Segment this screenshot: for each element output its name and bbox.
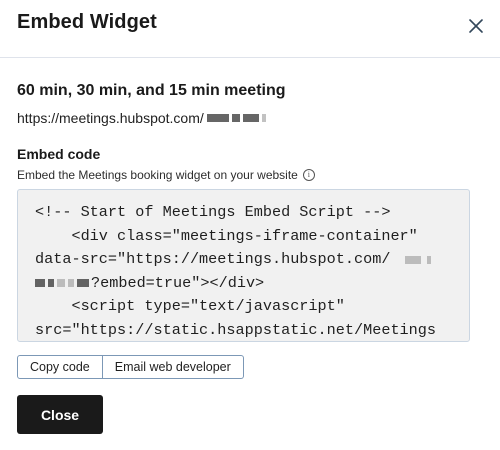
embed-help-text: Embed the Meetings booking widget on you… bbox=[17, 168, 315, 182]
code-line: <div class="meetings-iframe-container" bbox=[35, 226, 418, 245]
modal-title: Embed Widget bbox=[17, 11, 157, 33]
redacted-code bbox=[402, 255, 432, 264]
meeting-name: 60 min, 30 min, and 15 min meeting bbox=[17, 82, 286, 99]
close-button[interactable]: Close bbox=[17, 395, 103, 434]
meeting-url: https://meetings.hubspot.com/ bbox=[17, 110, 266, 126]
meeting-url-text: https://meetings.hubspot.com/ bbox=[17, 110, 204, 126]
embed-code-label: Embed code bbox=[17, 146, 101, 162]
code-line: src="https://static.hsappstatic.net/Meet… bbox=[35, 320, 437, 339]
redacted-code bbox=[35, 279, 89, 288]
info-icon[interactable]: i bbox=[302, 169, 315, 181]
embed-code-box[interactable]: <!-- Start of Meetings Embed Script --> … bbox=[17, 189, 470, 342]
code-line: data-src="https://meetings.hubspot.com/ bbox=[35, 248, 469, 272]
code-line: ?embed=true"></div> bbox=[35, 272, 469, 296]
code-line-text: data-src="https://meetings.hubspot.com/ bbox=[35, 250, 391, 268]
modal-header: Embed Widget bbox=[0, 0, 500, 58]
code-line: <!-- Start of Meetings Embed Script --> bbox=[35, 203, 391, 221]
redacted-slug bbox=[204, 114, 266, 122]
embed-help-label: Embed the Meetings booking widget on you… bbox=[17, 168, 298, 182]
email-web-developer-button[interactable]: Email web developer bbox=[102, 355, 244, 379]
close-icon[interactable] bbox=[463, 13, 489, 39]
code-line: <script type="text/javascript" bbox=[35, 297, 345, 315]
copy-code-button[interactable]: Copy code bbox=[17, 355, 103, 379]
action-button-group: Copy code Email web developer bbox=[17, 355, 244, 379]
code-line-text: ?embed=true"></div> bbox=[91, 273, 265, 292]
